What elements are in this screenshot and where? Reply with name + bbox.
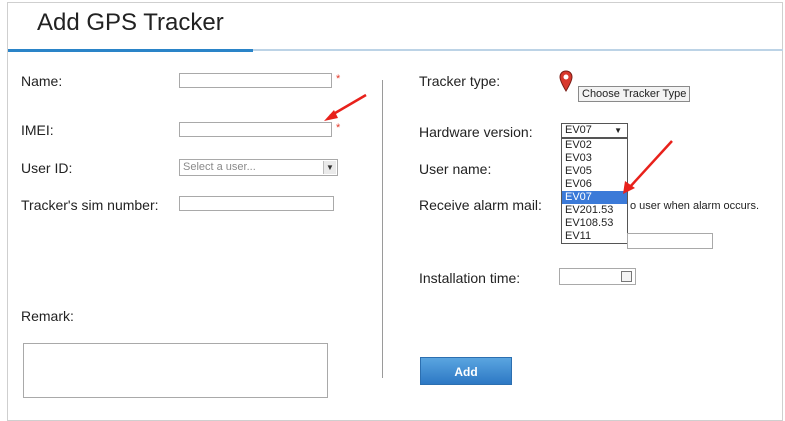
imei-label: IMEI:	[21, 122, 54, 138]
choose-tracker-type-button[interactable]: Choose Tracker Type	[578, 86, 691, 102]
dropdown-option-ev11[interactable]: EV11	[562, 230, 627, 243]
hardware-version-select[interactable]: EV07 ▼	[561, 123, 628, 138]
add-button[interactable]: Add	[420, 357, 512, 385]
calendar-icon[interactable]	[621, 271, 632, 282]
name-required-marker: *	[336, 73, 341, 85]
annotation-arrow-icon	[324, 93, 367, 121]
tracker-type-label: Tracker type:	[419, 73, 501, 89]
user-name-label: User name:	[419, 161, 492, 177]
page-title: Add GPS Tracker	[37, 9, 224, 36]
imei-input[interactable]	[179, 122, 332, 137]
user-id-select[interactable]: Select a user... ▼	[179, 159, 338, 176]
user-id-label: User ID:	[21, 160, 73, 176]
chevron-down-icon[interactable]: ▼	[323, 161, 336, 174]
dropdown-arrow-icon[interactable]: ▼	[614, 124, 622, 137]
user-id-placeholder: Select a user...	[183, 161, 256, 173]
map-pin-icon[interactable]	[559, 70, 573, 92]
hardware-version-label: Hardware version:	[419, 124, 533, 140]
annotation-arrow-icon	[623, 140, 673, 194]
installation-time-input[interactable]	[559, 268, 636, 285]
hardware-version-value: EV07	[565, 124, 592, 136]
name-label: Name:	[21, 73, 63, 89]
sim-number-input[interactable]	[179, 196, 334, 211]
receive-alarm-description: o user when alarm occurs.	[630, 200, 759, 212]
column-divider	[382, 80, 383, 378]
receive-alarm-label: Receive alarm mail:	[419, 197, 542, 213]
name-input[interactable]	[179, 73, 332, 88]
dropdown-option-ev108-53[interactable]: EV108.53	[562, 217, 627, 230]
installation-time-label: Installation time:	[419, 270, 521, 286]
remark-textarea[interactable]	[23, 343, 328, 398]
remark-label: Remark:	[21, 308, 74, 324]
alarm-mail-input[interactable]	[627, 233, 713, 249]
sim-number-label: Tracker's sim number:	[21, 197, 159, 213]
dropdown-option-ev201-53[interactable]: EV201.53	[562, 204, 627, 217]
title-underline-accent	[8, 49, 253, 52]
